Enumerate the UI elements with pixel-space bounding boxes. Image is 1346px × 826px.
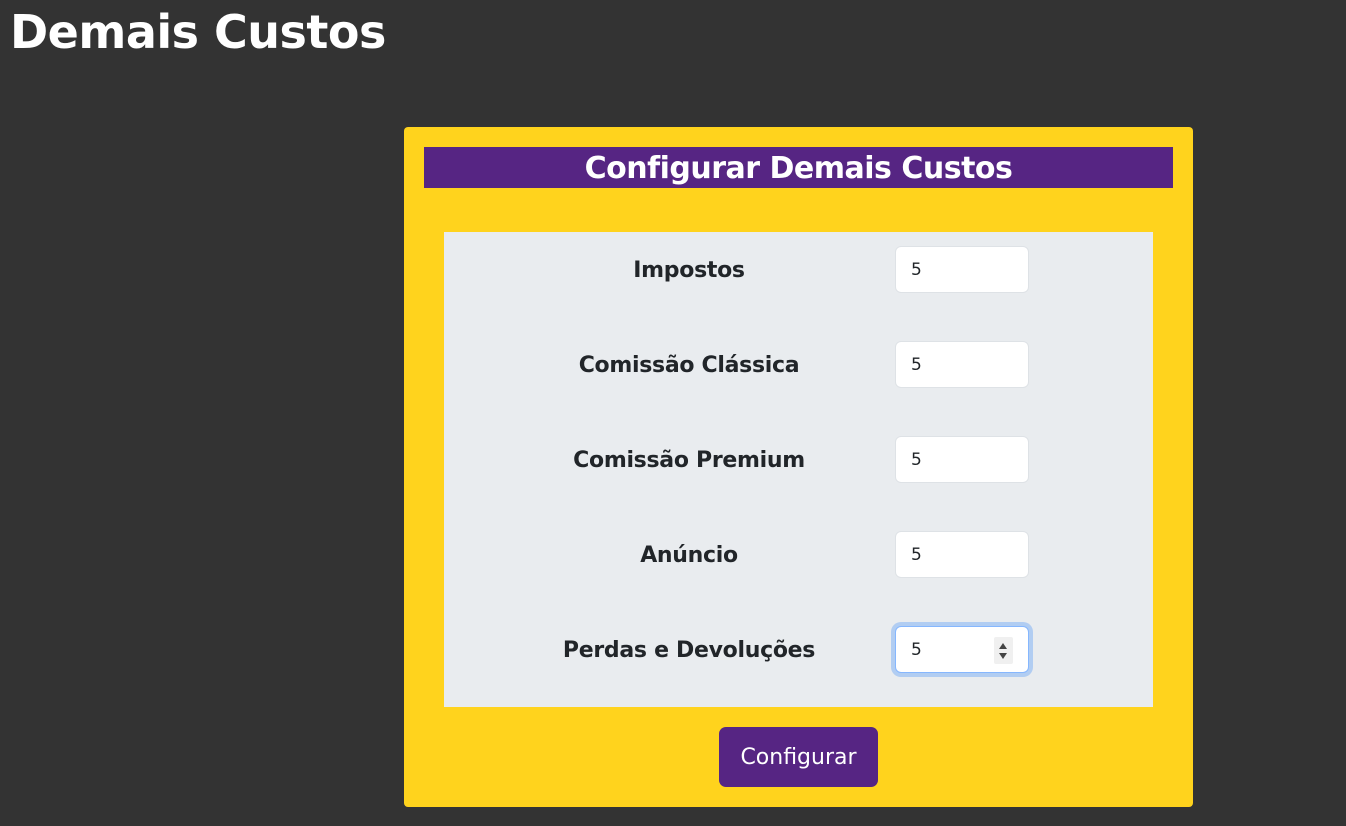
form-row-impostos: Impostos <box>444 246 1153 296</box>
comissao-classica-label: Comissão Clássica <box>578 353 800 378</box>
impostos-input[interactable] <box>895 246 1029 293</box>
form-row-comissao-classica: Comissão Clássica <box>444 341 1153 391</box>
config-card: Configurar Demais Custos Impostos Comiss… <box>404 127 1193 807</box>
anuncio-input[interactable] <box>895 531 1029 578</box>
card-header-title: Configurar Demais Custos <box>424 147 1173 188</box>
configurar-button[interactable]: Configurar <box>719 727 878 787</box>
perdas-devolucoes-label: Perdas e Devoluções <box>562 638 816 663</box>
anuncio-label: Anúncio <box>640 543 738 568</box>
form-panel: Impostos Comissão Clássica Comissão Prem… <box>444 232 1153 707</box>
number-spinner[interactable] <box>994 637 1013 664</box>
comissao-premium-input[interactable] <box>895 436 1029 483</box>
comissao-classica-input[interactable] <box>895 341 1029 388</box>
form-row-anuncio: Anúncio <box>444 531 1153 581</box>
page-title: Demais Custos <box>10 5 386 59</box>
spin-down-icon[interactable] <box>999 653 1007 659</box>
form-row-comissao-premium: Comissão Premium <box>444 436 1153 486</box>
spin-up-icon[interactable] <box>999 643 1007 649</box>
impostos-label: Impostos <box>633 258 745 283</box>
comissao-premium-label: Comissão Premium <box>573 448 805 473</box>
form-row-perdas-devolucoes: Perdas e Devoluções <box>444 626 1153 676</box>
